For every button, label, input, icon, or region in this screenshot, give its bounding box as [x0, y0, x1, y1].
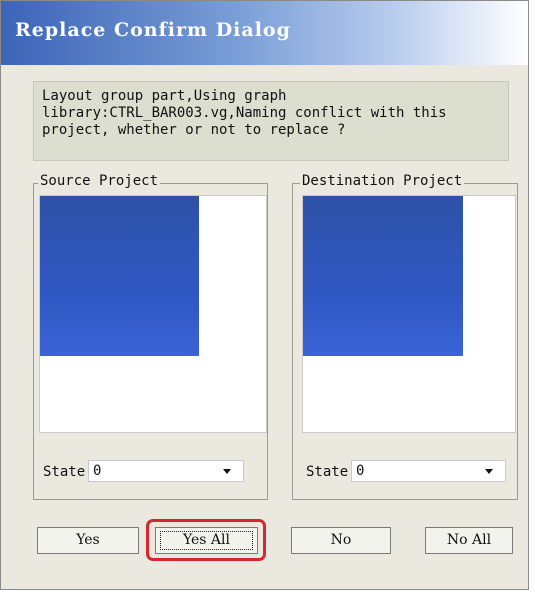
source-state-value: 0 [93, 463, 102, 479]
dialog-title: Replace Confirm Dialog [15, 19, 291, 41]
destination-state-select[interactable]: 0 [351, 460, 506, 482]
chevron-down-icon[interactable] [485, 469, 493, 474]
destination-state-label: State [306, 464, 349, 480]
no-button[interactable]: No [291, 527, 391, 554]
destination-preview [302, 195, 516, 433]
source-state-label: State [43, 464, 86, 480]
destination-preview-graphic [303, 196, 463, 356]
destination-project-legend: Destination Project [300, 173, 465, 189]
replace-confirm-dialog: Replace Confirm Dialog Layout group part… [0, 0, 529, 590]
no-all-button[interactable]: No All [425, 527, 513, 554]
destination-state-value: 0 [356, 463, 365, 479]
conflict-message: Layout group part,Using graph library:CT… [33, 81, 509, 161]
source-project-legend: Source Project [38, 173, 161, 189]
yes-button[interactable]: Yes [37, 527, 139, 554]
highlight-annotation [146, 519, 266, 561]
source-preview [39, 195, 267, 433]
source-state-select[interactable]: 0 [88, 460, 244, 482]
chevron-down-icon[interactable] [223, 469, 231, 474]
source-preview-graphic [40, 196, 199, 356]
title-bar[interactable]: Replace Confirm Dialog [1, 1, 528, 65]
